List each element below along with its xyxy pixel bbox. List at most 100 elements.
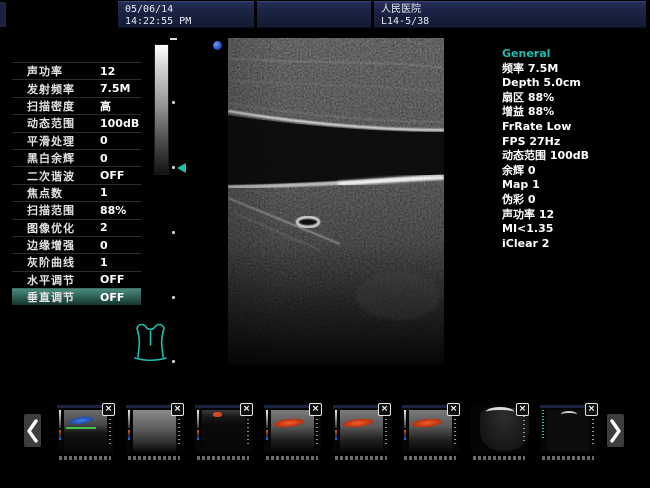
sidebar-row-value: 88% (100, 204, 126, 217)
info-panel-line: 伪彩 0 (502, 193, 647, 208)
sidebar-row-10[interactable]: 边缘增强 0 (12, 236, 141, 253)
mini-probe-arc (486, 407, 514, 417)
sidebar-row-value: OFF (100, 291, 124, 304)
sidebar-row-label: 黑白余辉 (27, 150, 75, 166)
sidebar-row-8[interactable]: 扫描范围 88% (12, 201, 141, 218)
sidebar-row-value: 1 (100, 256, 108, 269)
thumbnail-frame: × (333, 405, 390, 453)
sidebar-row-label: 扫描范围 (27, 202, 75, 218)
topbar: 05/06/14 14:22:55 PM 人民医院 L14-5/38 (0, 0, 650, 32)
thumbnail-1[interactable]: × (57, 405, 114, 463)
thumbnail-scale-column (402, 408, 409, 453)
thumbnail-close-button[interactable]: × (516, 403, 529, 416)
thumbnail-close-button[interactable]: × (171, 403, 184, 416)
filmstrip-next-button[interactable] (607, 414, 624, 447)
sidebar-row-value: 高 (100, 98, 111, 114)
sidebar-row-12[interactable]: 水平调节 OFF (12, 271, 141, 288)
thumbnail-close-button[interactable]: × (240, 403, 253, 416)
sidebar-row-value: 0 (100, 239, 108, 252)
thumbnail-frame: × (540, 405, 597, 453)
thumbnail-scale-column (126, 408, 133, 453)
info-panel-line: Map 1 (502, 178, 647, 193)
sidebar-row-6[interactable]: 二次谐波 OFF (12, 166, 141, 183)
sidebar-row-3[interactable]: 动态范围 100dB (12, 114, 141, 131)
thumbnail-image (271, 410, 314, 451)
info-panel-lines: 频率 7.5M Depth 5.0cm 扇区 88% 增益 88% FrRate… (502, 62, 647, 252)
thumbnail-image (64, 410, 107, 451)
thumbnail-close-button[interactable]: × (447, 403, 460, 416)
info-panel-line: 增益 88% (502, 105, 647, 120)
thumbnail-scale-column (333, 408, 340, 453)
filmstrip-prev-button[interactable] (24, 414, 41, 447)
sidebar-row-label: 边缘增强 (27, 237, 75, 253)
thumbnail-caption (59, 456, 111, 460)
thumbnail-2[interactable]: × (126, 405, 183, 463)
time-text: 14:22:55 PM (125, 16, 254, 28)
sidebar-row-label: 扫描密度 (27, 98, 75, 114)
thumbnail-caption (128, 456, 180, 460)
sidebar-row-value: OFF (100, 169, 124, 182)
thumbnail-caption (404, 456, 456, 460)
info-panel-line: FPS 27Hz (502, 135, 647, 150)
image-info-panel: General 频率 7.5M Depth 5.0cm 扇区 88% 增益 88… (502, 47, 647, 251)
thumbnail-5[interactable]: × (333, 405, 390, 463)
thumbnail-4[interactable]: × (264, 405, 321, 463)
thumbnail-frame: × (402, 405, 459, 453)
thumbnail-frame: × (195, 405, 252, 453)
sidebar-row-value: 7.5M (100, 82, 130, 95)
sidebar-row-0[interactable]: 声功率 12 (12, 62, 141, 79)
sidebar-row-13[interactable]: 垂直调节 OFF (12, 288, 141, 305)
thumbnail-image (547, 410, 590, 451)
info-panel-line: 扇区 88% (502, 91, 647, 106)
mini-grayscale-bar (404, 410, 406, 428)
depth-tick (170, 38, 177, 40)
sidebar-row-11[interactable]: 灰阶曲线 1 (12, 253, 141, 270)
depth-tick (172, 360, 175, 363)
mini-grayscale-bar (197, 410, 199, 428)
depth-tick (172, 231, 175, 234)
sidebar-row-9[interactable]: 图像优化 2 (12, 219, 141, 236)
body-mark-icon (132, 321, 169, 363)
sidebar-row-label: 灰阶曲线 (27, 254, 75, 270)
ultrasound-image-render (228, 38, 444, 365)
mini-grayscale-bar (542, 410, 544, 438)
chevron-right-icon (609, 418, 622, 444)
info-panel-title: General (502, 47, 647, 62)
thumbnail-close-button[interactable]: × (102, 403, 115, 416)
sidebar-row-1[interactable]: 发射频率 7.5M (12, 79, 141, 96)
sidebar-row-7[interactable]: 焦点数 1 (12, 184, 141, 201)
thumbnail-3[interactable]: × (195, 405, 252, 463)
thumbnail-close-button[interactable]: × (378, 403, 391, 416)
sidebar-row-2[interactable]: 扫描密度 高 (12, 97, 141, 114)
thumbnail-8[interactable]: × (540, 405, 597, 463)
info-panel-line: MI<1.35 (502, 222, 647, 237)
info-panel-line: 动态范围 100dB (502, 149, 647, 164)
sidebar-row-label: 动态范围 (27, 115, 75, 131)
focus-marker-icon (177, 163, 186, 173)
thumbnail-caption (266, 456, 318, 460)
thumbnail-close-button[interactable]: × (309, 403, 322, 416)
sidebar-row-label: 图像优化 (27, 220, 75, 236)
info-panel-line: 频率 7.5M (502, 62, 647, 77)
thumbnail-7[interactable]: × (471, 405, 528, 463)
sidebar-row-value: 0 (100, 152, 108, 165)
sidebar-row-5[interactable]: 黑白余辉 0 (12, 149, 141, 166)
mini-colorbar (197, 430, 199, 440)
topbar-empty-panel (257, 1, 371, 28)
thumbnail-scale-column (540, 408, 547, 453)
sidebar-row-4[interactable]: 平滑处理 0 (12, 132, 141, 149)
sidebar-row-value: 12 (100, 65, 115, 78)
mini-colorbar (128, 430, 130, 440)
sidebar-row-value: OFF (100, 273, 124, 286)
mini-colorbar (266, 430, 268, 440)
mini-doppler-blue-blob (69, 415, 94, 425)
date-text: 05/06/14 (125, 4, 254, 16)
chevron-left-icon (26, 418, 39, 444)
mini-grayscale-bar (266, 410, 268, 428)
thumbnail-frame: × (264, 405, 321, 453)
thumbnail-6[interactable]: × (402, 405, 459, 463)
mini-red-marker (213, 412, 222, 417)
sidebar-row-value: 1 (100, 186, 108, 199)
mini-doppler-red-blob (412, 417, 443, 428)
thumbnail-close-button[interactable]: × (585, 403, 598, 416)
